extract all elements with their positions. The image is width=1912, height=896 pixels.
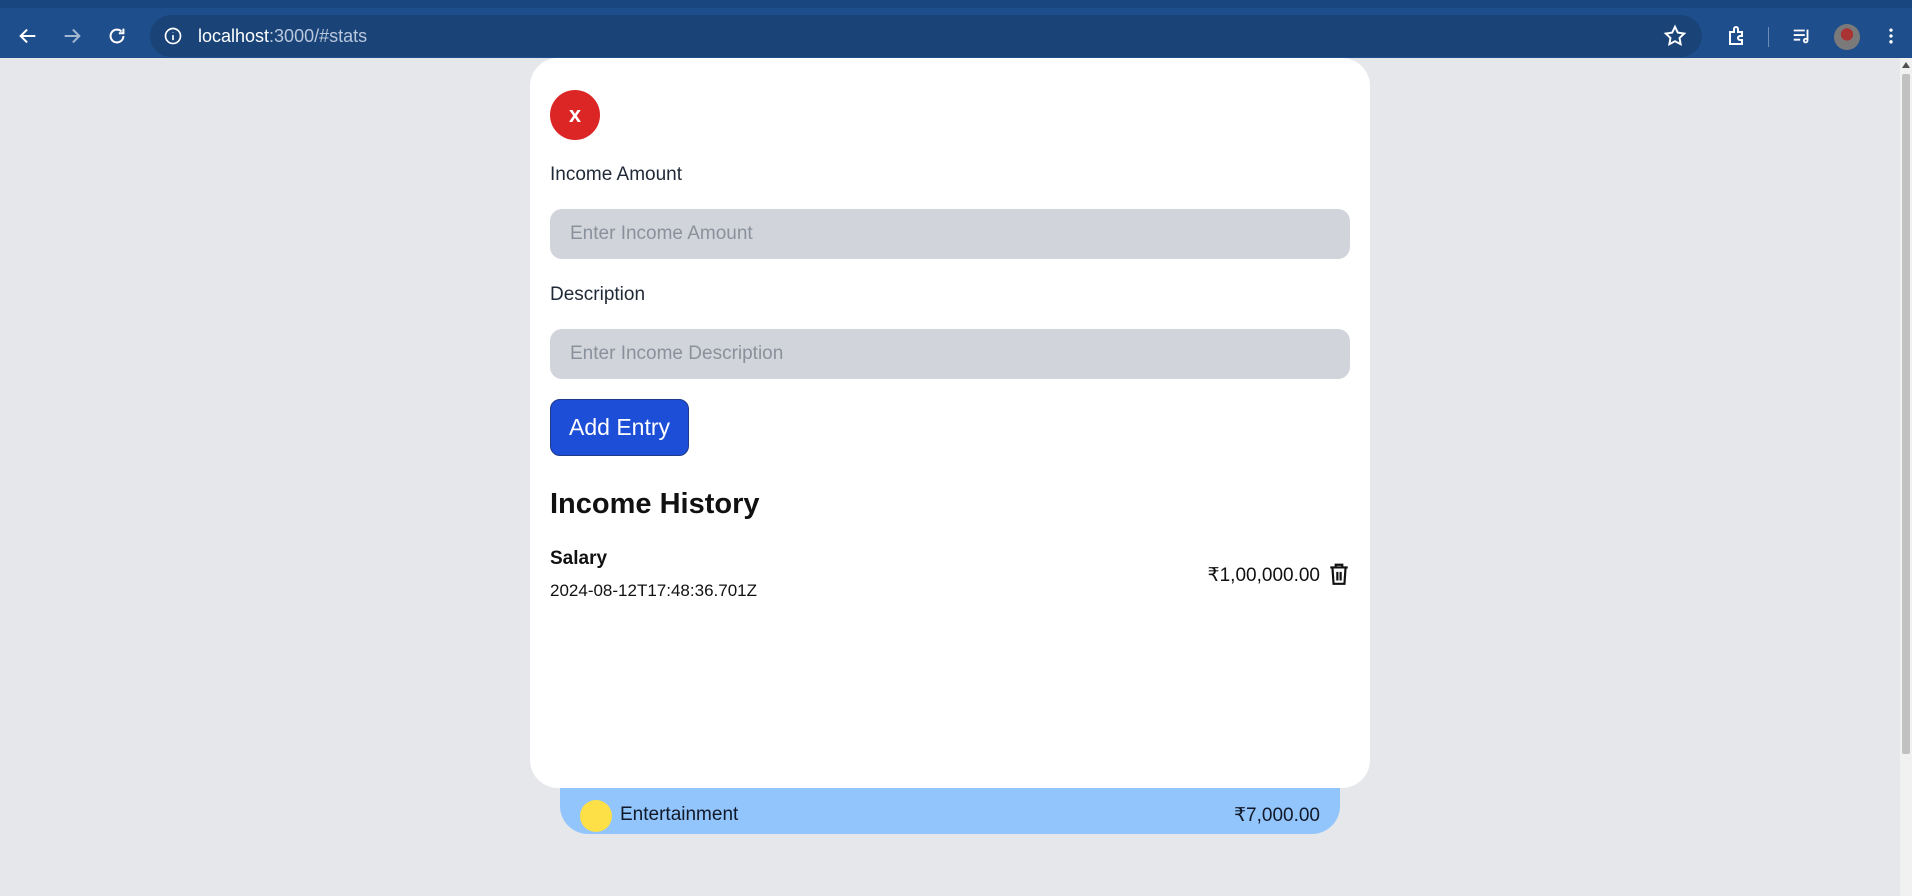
toolbar-divider <box>1768 27 1769 47</box>
income-history-title: Income History <box>550 488 760 520</box>
description-label: Description <box>550 284 646 305</box>
profile-avatar[interactable] <box>1834 24 1860 50</box>
info-icon[interactable] <box>158 21 188 51</box>
category-name: Entertainment <box>620 804 739 825</box>
page-scrollbar[interactable] <box>1900 58 1912 896</box>
back-button[interactable] <box>10 18 46 54</box>
url-text[interactable]: localhost:3000/#stats <box>198 26 367 47</box>
extensions-icon[interactable] <box>1722 21 1752 51</box>
forward-button[interactable] <box>54 18 90 54</box>
income-amount-input[interactable] <box>550 209 1350 259</box>
description-input[interactable] <box>550 329 1350 379</box>
back-icon <box>19 28 36 44</box>
bookmark-star-icon[interactable] <box>1662 23 1688 49</box>
entry-date: 2024-08-12T17:48:36.701Z <box>550 581 757 600</box>
menu-icon[interactable] <box>1876 21 1906 51</box>
list-item: Salary 2024-08-12T17:48:36.701Z ₹1,00,00… <box>550 548 1350 612</box>
browser-toolbar: localhost:3000/#stats <box>0 0 1912 58</box>
income-amount-label: Income Amount <box>550 164 683 185</box>
category-color-dot <box>580 800 612 832</box>
media-icon[interactable] <box>1787 21 1817 51</box>
close-button[interactable]: x <box>550 90 600 140</box>
add-entry-button[interactable]: Add Entry <box>550 399 689 456</box>
trash-icon[interactable] <box>1328 562 1350 586</box>
category-amount: ₹7,000.00 <box>1233 805 1320 826</box>
address-bar[interactable]: localhost:3000/#stats <box>150 15 1702 57</box>
scrollbar-thumb[interactable] <box>1902 74 1910 754</box>
scroll-up-icon[interactable] <box>1902 62 1910 68</box>
reload-button[interactable] <box>99 18 135 54</box>
forward-icon <box>64 28 81 44</box>
income-modal: x Income Amount Description Add Entry In… <box>530 58 1370 788</box>
entry-amount: ₹1,00,000.00 <box>1207 565 1320 586</box>
reload-icon <box>109 28 125 44</box>
entry-description: Salary <box>550 548 608 569</box>
